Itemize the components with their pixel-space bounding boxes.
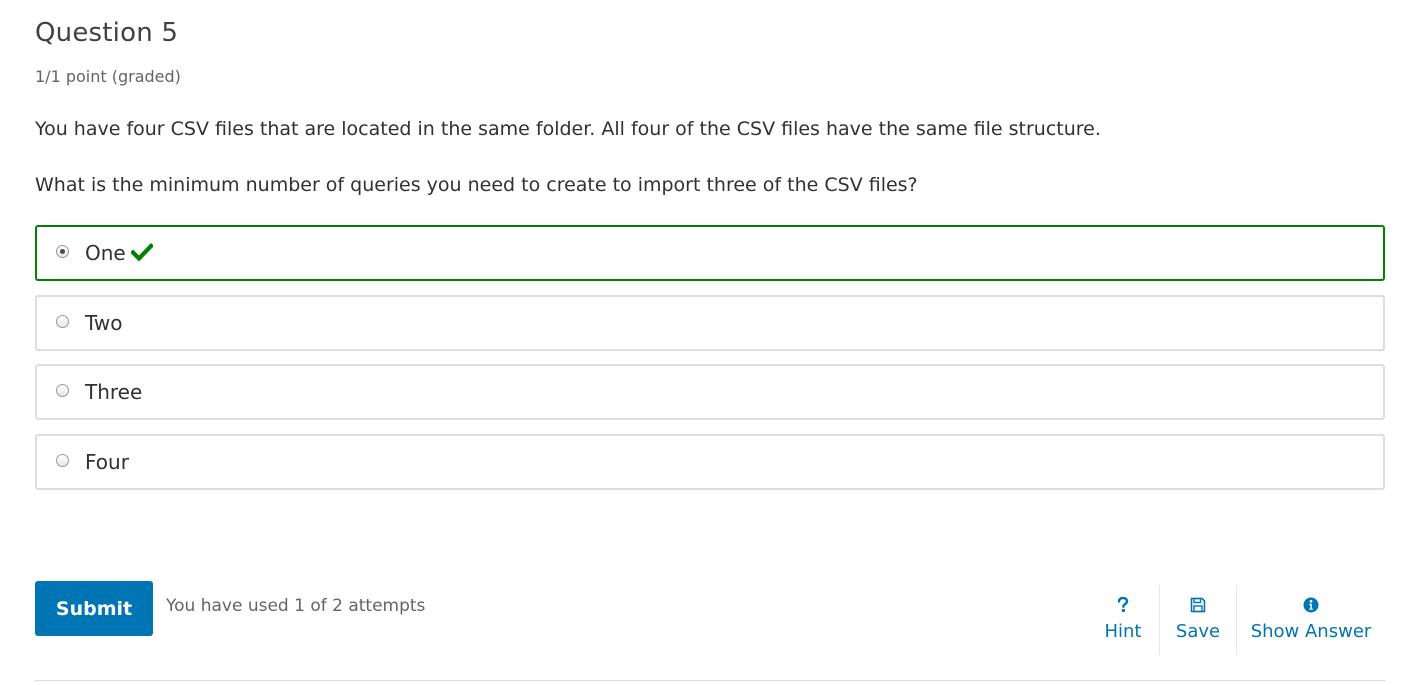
checkmark-icon: [131, 243, 153, 261]
option-four[interactable]: Four: [35, 434, 1385, 490]
save-button[interactable]: Save: [1165, 585, 1231, 655]
option-label: Four: [85, 450, 129, 474]
question-title: Question 5: [35, 18, 179, 48]
radio-button[interactable]: [56, 454, 69, 467]
option-label: Three: [85, 380, 143, 404]
option-label: Two: [85, 311, 123, 335]
action-divider: [1159, 585, 1160, 655]
submit-button[interactable]: Submit: [35, 581, 153, 636]
attempts-text: You have used 1 of 2 attempts: [166, 596, 426, 616]
question-mark-icon: [1117, 597, 1129, 612]
save-label: Save: [1175, 621, 1221, 642]
radio-button[interactable]: [56, 384, 69, 397]
divider: [35, 680, 1385, 681]
hint-label: Hint: [1104, 621, 1142, 642]
question-prompt: What is the minimum number of queries yo…: [35, 174, 918, 196]
radio-button[interactable]: [56, 315, 69, 328]
option-three[interactable]: Three: [35, 364, 1385, 420]
floppy-disk-icon: [1190, 597, 1206, 613]
action-divider: [1236, 585, 1237, 655]
info-circle-icon: [1303, 597, 1319, 613]
option-label: One: [85, 241, 126, 265]
radio-button-checked[interactable]: [56, 245, 69, 258]
show-answer-label: Show Answer: [1250, 621, 1372, 642]
question-paragraph: You have four CSV files that are located…: [35, 118, 1101, 140]
hint-button[interactable]: Hint: [1091, 585, 1155, 655]
question-points: 1/1 point (graded): [35, 67, 181, 86]
option-two[interactable]: Two: [35, 295, 1385, 351]
option-one[interactable]: One: [35, 225, 1385, 281]
show-answer-button[interactable]: Show Answer: [1246, 585, 1376, 655]
